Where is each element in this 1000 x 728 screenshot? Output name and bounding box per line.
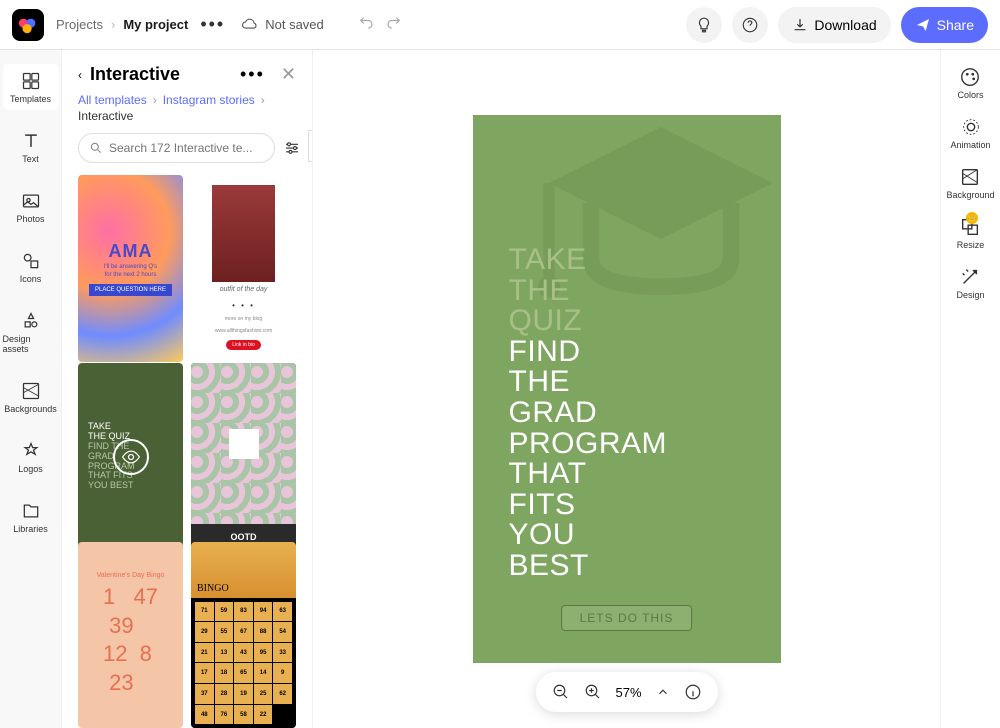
panel-breadcrumbs: All templates › Instagram stories › xyxy=(62,93,312,107)
rail-design-assets[interactable]: Design assets xyxy=(3,304,59,360)
right-resize[interactable]: 👑 Resize xyxy=(957,216,985,250)
search-icon xyxy=(89,141,103,155)
main-area: Templates Text Photos Icons Design asset… xyxy=(0,50,1000,728)
zoom-toolbar: 57% xyxy=(535,672,717,712)
zoom-in-button[interactable] xyxy=(583,683,601,701)
bingo-grid: 7159839463295567885421134395331718651493… xyxy=(191,598,296,728)
background-icon xyxy=(959,166,981,188)
right-colors[interactable]: Colors xyxy=(957,66,983,100)
preview-icon xyxy=(113,439,149,475)
search-row xyxy=(62,133,312,175)
crumb-instagram-stories[interactable]: Instagram stories xyxy=(163,93,255,107)
lightbulb-icon xyxy=(695,16,713,34)
artboard[interactable]: TAKE THE QUIZ FIND THE GRAD PROGRAM THAT… xyxy=(473,115,781,663)
shirt-icon xyxy=(229,429,259,459)
photo-placeholder xyxy=(212,185,275,282)
undo-redo-group xyxy=(357,16,403,34)
backgrounds-icon xyxy=(20,380,42,402)
chevron-right-icon: › xyxy=(153,93,157,107)
canvas-area: TAKE THE QUIZ FIND THE GRAD PROGRAM THAT… xyxy=(313,50,940,728)
template-quiz-green[interactable]: TAKE THE QUIZ FIND THE GRAD PROGRAM THAT… xyxy=(78,363,183,550)
colors-icon xyxy=(959,66,981,88)
download-icon xyxy=(792,17,808,33)
more-options-button[interactable]: ••• xyxy=(200,14,225,35)
sliders-icon xyxy=(283,139,301,157)
headline-text[interactable]: TAKE THE QUIZ FIND THE GRAD PROGRAM THAT… xyxy=(509,245,668,582)
template-grid: AMA I'll be answering Q's for the next 2… xyxy=(62,175,312,728)
filter-button[interactable] xyxy=(283,137,301,159)
rail-backgrounds[interactable]: Backgrounds xyxy=(3,374,59,420)
chevron-up-icon xyxy=(656,685,670,699)
templates-panel: › ‹ Interactive ••• ✕ All templates › In… xyxy=(62,50,313,728)
cloud-icon xyxy=(241,16,259,34)
share-button[interactable]: Share xyxy=(901,7,988,43)
adobe-express-icon xyxy=(17,14,39,36)
zoom-menu-button[interactable] xyxy=(656,685,670,699)
rail-libraries[interactable]: Libraries xyxy=(3,494,59,540)
breadcrumb: Projects › My project xyxy=(56,17,188,32)
assets-icon xyxy=(20,310,42,332)
search-input[interactable] xyxy=(109,141,264,155)
redo-icon[interactable] xyxy=(385,16,403,34)
animation-icon xyxy=(960,116,982,138)
breadcrumb-root[interactable]: Projects xyxy=(56,17,103,32)
rail-photos[interactable]: Photos xyxy=(3,184,59,230)
canvas-viewport[interactable]: TAKE THE QUIZ FIND THE GRAD PROGRAM THAT… xyxy=(313,50,940,728)
template-valentine-bingo[interactable]: Valentine's Day Bingo 1 47 39 12 8 23 xyxy=(78,542,183,728)
crumb-all-templates[interactable]: All templates xyxy=(78,93,147,107)
right-background[interactable]: Background xyxy=(946,166,994,200)
template-halloween-bingo[interactable]: BINGO 7159839463295567885421134395331718… xyxy=(191,542,296,728)
info-button[interactable] xyxy=(684,683,702,701)
panel-subcategory: Interactive xyxy=(62,107,312,133)
logos-icon xyxy=(20,440,42,462)
download-button[interactable]: Download xyxy=(778,7,890,43)
right-rail: Colors Animation Background 👑 Resize Des… xyxy=(940,50,1000,728)
libraries-icon xyxy=(20,500,42,522)
panel-more-button[interactable]: ••• xyxy=(240,64,265,85)
save-status: Not saved xyxy=(241,16,324,34)
panel-header: ‹ Interactive ••• ✕ xyxy=(62,50,312,93)
header-actions: Download Share xyxy=(686,7,988,43)
templates-icon xyxy=(20,70,42,92)
app-logo[interactable] xyxy=(12,9,44,41)
cta-button[interactable]: LETS DO THIS xyxy=(561,605,693,631)
zoom-level: 57% xyxy=(615,685,641,700)
help-icon xyxy=(741,16,759,34)
breadcrumb-current[interactable]: My project xyxy=(123,17,188,32)
text-icon xyxy=(20,130,42,152)
right-animation[interactable]: Animation xyxy=(950,116,990,150)
template-outfit-of-day[interactable]: outfit of the day • • • more on my blog … xyxy=(191,175,296,362)
info-icon xyxy=(684,683,702,701)
left-rail: Templates Text Photos Icons Design asset… xyxy=(0,50,62,728)
shapes-icon xyxy=(20,250,42,272)
right-design[interactable]: Design xyxy=(956,266,984,300)
lightbulb-button[interactable] xyxy=(686,7,722,43)
zoom-out-icon xyxy=(551,683,569,701)
template-ama[interactable]: AMA I'll be answering Q's for the next 2… xyxy=(78,175,183,362)
magic-wand-icon xyxy=(959,266,981,288)
back-button[interactable]: ‹ xyxy=(78,68,82,82)
send-icon xyxy=(915,17,931,33)
chevron-right-icon: › xyxy=(261,93,265,107)
zoom-out-button[interactable] xyxy=(551,683,569,701)
photos-icon xyxy=(20,190,42,212)
panel-title: Interactive xyxy=(90,64,232,85)
undo-icon[interactable] xyxy=(357,16,375,34)
template-ootd-floral[interactable]: OOTD xyxy=(191,363,296,550)
rail-icons[interactable]: Icons xyxy=(3,244,59,290)
panel-close-button[interactable]: ✕ xyxy=(281,64,296,85)
chevron-right-icon: › xyxy=(111,17,115,32)
rail-text[interactable]: Text xyxy=(3,124,59,170)
search-input-wrapper[interactable] xyxy=(78,133,275,163)
rail-logos[interactable]: Logos xyxy=(3,434,59,480)
zoom-in-icon xyxy=(583,683,601,701)
app-header: Projects › My project ••• Not saved Down… xyxy=(0,0,1000,50)
help-button[interactable] xyxy=(732,7,768,43)
rail-templates[interactable]: Templates xyxy=(3,64,59,110)
